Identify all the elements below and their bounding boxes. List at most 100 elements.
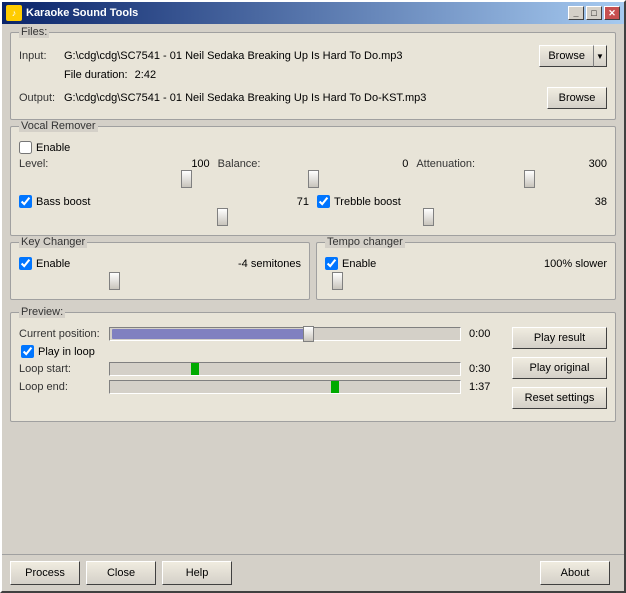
treble-boost-slider[interactable] <box>317 210 607 224</box>
tempo-changer-header: Enable 100% slower <box>325 257 607 270</box>
tempo-changer-label: Tempo changer <box>325 236 405 248</box>
browse-input-arrow[interactable]: ▼ <box>593 45 607 67</box>
browse-output-button[interactable]: Browse <box>547 87 607 109</box>
loop-end-track[interactable] <box>109 380 461 394</box>
loop-end-row: Loop end: 1:37 <box>19 380 504 394</box>
minimize-button[interactable]: _ <box>568 6 584 20</box>
about-button[interactable]: About <box>540 561 610 585</box>
attenuation-value: 300 <box>589 158 607 170</box>
attenuation-group: Attenuation: 300 <box>416 158 607 189</box>
browse-input-button[interactable]: Browse <box>539 45 593 67</box>
app-icon: ♪ <box>6 5 22 21</box>
tempo-speed-value: 100% slower <box>544 258 607 270</box>
key-semitones-value: -4 semitones <box>238 258 301 270</box>
current-position-track[interactable] <box>109 327 461 341</box>
current-position-label: Current position: <box>19 328 109 340</box>
lower-sections: Key Changer Enable -4 semitones Tempo ch… <box>10 242 616 306</box>
current-position-thumb[interactable] <box>303 326 314 342</box>
vocal-controls-row: Level: 100 Balance: 0 Attenuation: 300 <box>19 158 607 189</box>
input-label: Input: <box>19 50 64 62</box>
bass-boost-checkbox[interactable] <box>19 195 32 208</box>
balance-value: 0 <box>402 158 408 170</box>
close-button[interactable]: ✕ <box>604 6 620 20</box>
tempo-enable-label: Enable <box>342 258 376 270</box>
process-button[interactable]: Process <box>10 561 80 585</box>
loop-end-label: Loop end: <box>19 381 109 393</box>
vocal-enable-row: Enable <box>19 141 607 154</box>
treble-boost-checkbox[interactable] <box>317 195 330 208</box>
play-in-loop-label: Play in loop <box>38 346 95 358</box>
preview-main: Current position: 0:00 Play in loop <box>19 327 607 413</box>
level-value: 100 <box>191 158 209 170</box>
key-changer-label: Key Changer <box>19 236 87 248</box>
window-title: Karaoke Sound Tools <box>26 7 568 19</box>
title-bar-buttons: _ □ ✕ <box>568 6 620 20</box>
tempo-enable-checkbox[interactable] <box>325 257 338 270</box>
loop-start-track[interactable] <box>109 362 461 376</box>
current-position-row: Current position: 0:00 <box>19 327 504 341</box>
preview-controls: Current position: 0:00 Play in loop <box>19 327 504 398</box>
level-slider[interactable] <box>19 172 210 186</box>
balance-group: Balance: 0 <box>218 158 409 189</box>
level-label: Level: <box>19 158 48 170</box>
treble-boost-group: Trebble boost 38 <box>317 195 607 227</box>
play-result-button[interactable]: Play result <box>512 327 607 349</box>
treble-boost-header: Trebble boost 38 <box>317 195 607 208</box>
balance-slider[interactable] <box>218 172 409 186</box>
bottom-bar: Process Close Help About <box>2 554 624 591</box>
output-path: G:\cdg\cdg\SC7541 - 01 Neil Sedaka Break… <box>64 92 547 104</box>
vocal-remover-section: Vocal Remover Enable Level: 100 Balance:… <box>10 126 616 236</box>
attenuation-slider[interactable] <box>416 172 607 186</box>
current-position-fill <box>112 329 305 339</box>
attenuation-header: Attenuation: 300 <box>416 158 607 170</box>
vocal-enable-label: Enable <box>36 142 70 154</box>
input-path: G:\cdg\cdg\SC7541 - 01 Neil Sedaka Break… <box>64 50 539 62</box>
file-duration-value: 2:42 <box>135 69 156 81</box>
treble-boost-value: 38 <box>595 196 607 208</box>
attenuation-label: Attenuation: <box>416 158 475 170</box>
tempo-changer-section: Tempo changer Enable 100% slower <box>316 242 616 300</box>
key-enable-checkbox[interactable] <box>19 257 32 270</box>
play-in-loop-row: Play in loop <box>21 345 504 358</box>
preview-section: Preview: Current position: 0:00 <box>10 312 616 422</box>
preview-buttons: Play result Play original Reset settings <box>512 327 607 413</box>
browse-input-container: Browse ▼ <box>539 45 607 67</box>
input-row: Input: G:\cdg\cdg\SC7541 - 01 Neil Sedak… <box>19 45 607 67</box>
treble-boost-label: Trebble boost <box>334 196 401 208</box>
loop-end-marker <box>331 381 339 393</box>
help-button[interactable]: Help <box>162 561 232 585</box>
vocal-remover-label: Vocal Remover <box>19 120 98 132</box>
title-bar: ♪ Karaoke Sound Tools _ □ ✕ <box>2 2 624 24</box>
files-section: Files: Input: G:\cdg\cdg\SC7541 - 01 Nei… <box>10 32 616 120</box>
level-header: Level: 100 <box>19 158 210 170</box>
loop-start-label: Loop start: <box>19 363 109 375</box>
main-window: ♪ Karaoke Sound Tools _ □ ✕ Files: Input… <box>0 0 626 593</box>
files-section-label: Files: <box>19 26 49 38</box>
level-group: Level: 100 <box>19 158 210 189</box>
maximize-button[interactable]: □ <box>586 6 602 20</box>
output-label: Output: <box>19 92 64 104</box>
vocal-enable-checkbox[interactable] <box>19 141 32 154</box>
tempo-slider[interactable] <box>325 274 607 288</box>
main-content: Files: Input: G:\cdg\cdg\SC7541 - 01 Nei… <box>2 24 624 470</box>
loop-start-marker <box>191 363 199 375</box>
balance-header: Balance: 0 <box>218 158 409 170</box>
loop-start-time: 0:30 <box>469 363 504 375</box>
file-duration-row: File duration: 2:42 <box>64 69 607 81</box>
key-enable-row: Enable <box>19 257 70 270</box>
bass-boost-header: Bass boost 71 <box>19 195 309 208</box>
play-in-loop-checkbox[interactable] <box>21 345 34 358</box>
key-changer-header: Enable -4 semitones <box>19 257 301 270</box>
key-changer-section: Key Changer Enable -4 semitones <box>10 242 310 300</box>
key-slider[interactable] <box>19 274 301 288</box>
close-dialog-button[interactable]: Close <box>86 561 156 585</box>
loop-end-time: 1:37 <box>469 381 504 393</box>
reset-settings-button[interactable]: Reset settings <box>512 387 607 409</box>
key-enable-label: Enable <box>36 258 70 270</box>
tempo-enable-row: Enable <box>325 257 376 270</box>
output-row: Output: G:\cdg\cdg\SC7541 - 01 Neil Seda… <box>19 87 607 109</box>
bass-boost-slider[interactable] <box>19 210 309 224</box>
current-time: 0:00 <box>469 328 504 340</box>
balance-label: Balance: <box>218 158 261 170</box>
play-original-button[interactable]: Play original <box>512 357 607 379</box>
